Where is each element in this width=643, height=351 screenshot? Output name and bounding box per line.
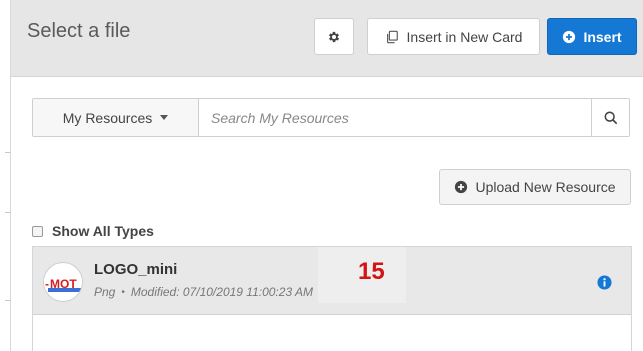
upload-new-resource-button[interactable]: Upload New Resource	[439, 169, 631, 205]
file-name: LOGO_mini	[94, 261, 178, 278]
edge-tick	[5, 300, 11, 301]
file-modified: Modified: 07/10/2019 11:00:23 AM	[130, 285, 314, 299]
caret-down-icon	[160, 115, 169, 120]
resource-list: - MOT LOGO_mini Png • Modified: 07/10/20…	[32, 246, 632, 351]
dialog-header: Select a file Insert in New Card Insert	[11, 0, 643, 77]
dropdown-label: My Resources	[62, 109, 153, 126]
insert-button[interactable]: Insert	[547, 18, 637, 55]
copy-card-icon	[386, 30, 398, 43]
settings-button[interactable]	[314, 18, 354, 55]
gear-icon	[328, 31, 340, 42]
annotation-number: 15	[358, 258, 385, 285]
upload-label: Upload New Resource	[475, 179, 616, 195]
plus-circle-icon	[455, 180, 468, 194]
insert-in-new-card-button[interactable]: Insert in New Card	[367, 18, 540, 55]
file-thumbnail: - MOT	[43, 262, 83, 302]
thumbnail-text: MOT	[50, 277, 77, 291]
insert-in-new-card-label: Insert in New Card	[406, 28, 523, 45]
info-icon[interactable]	[597, 275, 612, 290]
separator-dot: •	[121, 286, 125, 298]
logo-thumbnail-image: - MOT	[44, 277, 82, 292]
file-type: Png	[94, 285, 116, 299]
search-bar: My Resources	[32, 98, 630, 137]
plus-circle-icon	[563, 30, 576, 43]
search-icon	[604, 111, 617, 124]
file-meta: Png • Modified: 07/10/2019 11:00:23 AM	[94, 285, 313, 299]
show-all-types-filter[interactable]: Show All Types	[32, 223, 154, 239]
dialog-title: Select a file	[27, 20, 131, 42]
show-all-types-label: Show All Types	[52, 223, 154, 239]
edge-tick	[5, 152, 11, 153]
svg-text:-: -	[45, 277, 49, 291]
list-item[interactable]: - MOT LOGO_mini Png • Modified: 07/10/20…	[33, 247, 631, 315]
search-input[interactable]	[199, 99, 591, 136]
show-all-types-checkbox[interactable]	[32, 225, 43, 237]
my-resources-dropdown[interactable]: My Resources	[33, 99, 199, 136]
insert-label: Insert	[583, 28, 622, 45]
edge-tick	[5, 212, 11, 213]
search-button[interactable]	[591, 99, 629, 136]
left-edge-strip	[0, 0, 11, 351]
